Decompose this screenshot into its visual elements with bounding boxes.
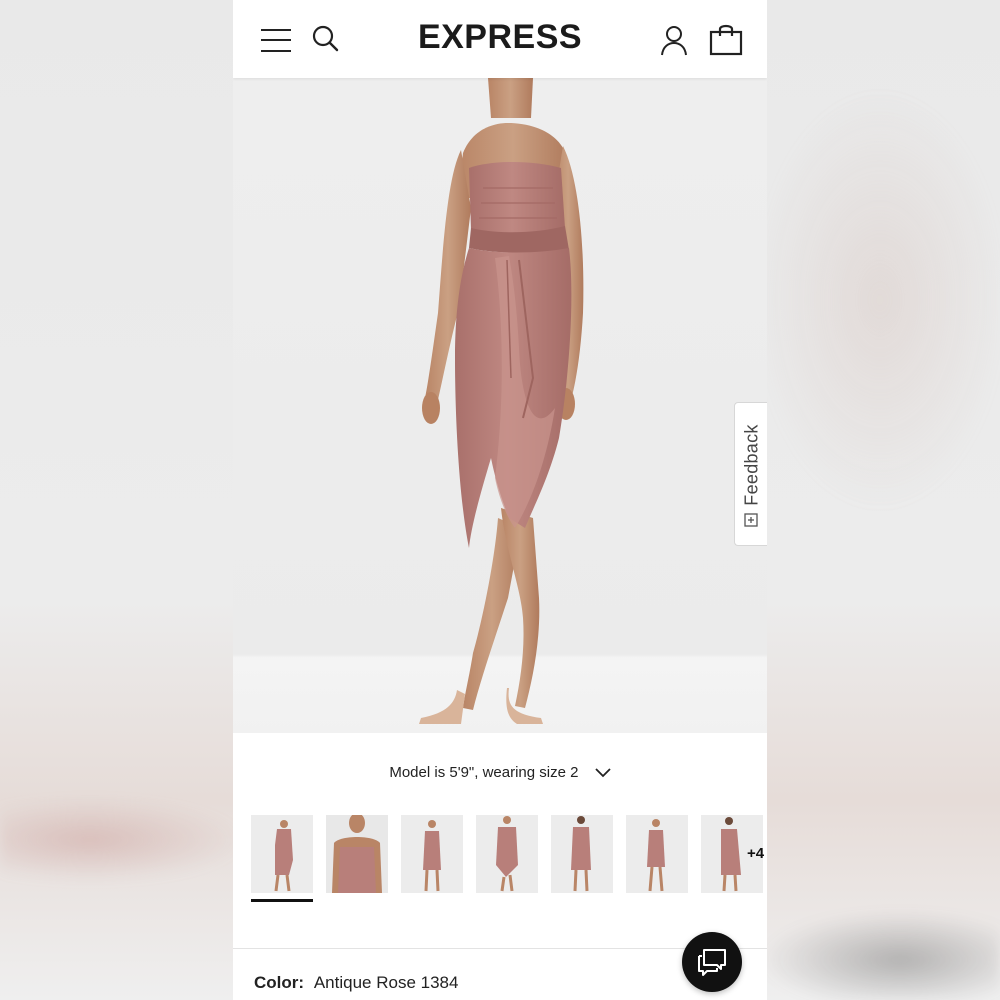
model-figure [419, 78, 584, 724]
feedback-tab[interactable]: Feedback [734, 402, 767, 546]
shopping-bag-icon[interactable] [709, 22, 743, 56]
feedback-label: Feedback [741, 424, 761, 506]
thumbnail-3[interactable] [401, 815, 463, 893]
mobile-page: EXPRESS Feedback Model is 5'9", wearing … [233, 0, 767, 1000]
thumbnail-4[interactable] [476, 815, 538, 893]
model-info-row[interactable]: Model is 5'9", wearing size 2 [233, 764, 767, 781]
product-main-image[interactable] [233, 78, 767, 733]
thumbnail-6[interactable] [626, 815, 688, 893]
chat-button[interactable] [682, 932, 742, 992]
chat-icon [698, 949, 726, 976]
color-value: Antique Rose 1384 [313, 973, 459, 992]
color-label: Color: [254, 973, 305, 992]
site-header: EXPRESS [233, 0, 767, 78]
feedback-icon [744, 513, 758, 527]
thumbnail-strip: +4 [251, 815, 767, 905]
account-icon[interactable] [659, 24, 689, 56]
active-thumbnail-indicator [251, 899, 313, 902]
chevron-down-icon[interactable] [595, 768, 611, 778]
model-info-text: Model is 5'9", wearing size 2 [389, 764, 579, 781]
thumbnail-2[interactable] [326, 815, 388, 893]
thumbnail-5[interactable] [551, 815, 613, 893]
color-selection: Color: Antique Rose 1384 [254, 973, 458, 993]
thumbnail-1[interactable] [251, 815, 313, 893]
more-thumbnails-count[interactable]: +4 [747, 845, 764, 862]
